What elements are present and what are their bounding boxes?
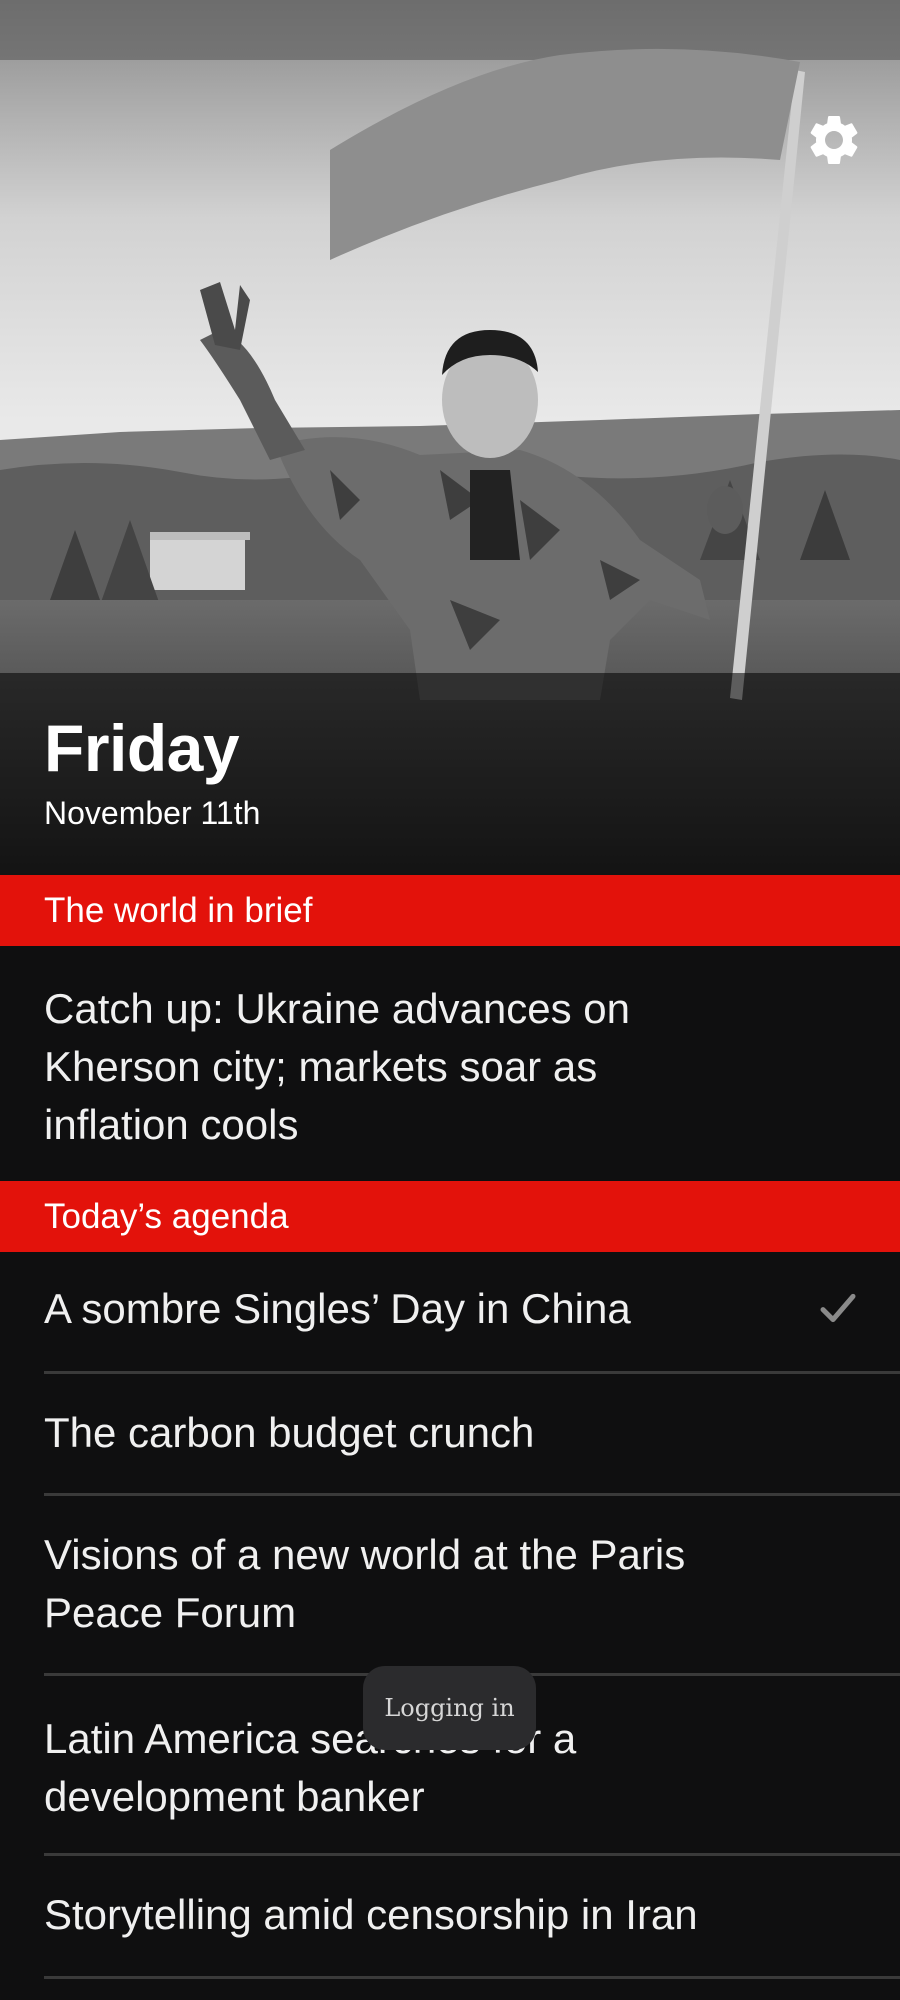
section-header-world-in-brief: The world in brief xyxy=(0,875,900,946)
article-title: Visions of a new world at the Paris Peac… xyxy=(44,1531,686,1636)
article-title: Catch up: Ukraine advances on Kherson ci… xyxy=(44,985,631,1148)
list-item-catch-up[interactable]: Catch up: Ukraine advances on Kherson ci… xyxy=(0,946,900,1181)
list-item[interactable]: The carbon budget crunch xyxy=(0,1374,900,1493)
divider xyxy=(44,1976,900,1979)
check-icon xyxy=(820,1293,856,1323)
settings-button[interactable] xyxy=(804,110,864,170)
hero-image: Friday November 11th xyxy=(0,0,900,875)
day-title: Friday xyxy=(44,711,240,785)
gear-icon xyxy=(810,115,858,164)
section-label: The world in brief xyxy=(44,891,313,930)
section-header-todays-agenda: Today’s agenda xyxy=(0,1181,900,1252)
section-label: Today’s agenda xyxy=(44,1197,289,1236)
article-title: A sombre Singles’ Day in China xyxy=(44,1285,631,1332)
logging-in-toast: Logging in xyxy=(363,1666,536,1750)
date-label: November 11th xyxy=(44,795,261,831)
article-title: Storytelling amid censorship in Iran xyxy=(44,1891,698,1938)
list-item[interactable]: A sombre Singles’ Day in China xyxy=(0,1252,900,1371)
list-item[interactable]: Visions of a new world at the Paris Peac… xyxy=(0,1496,900,1673)
list-item[interactable]: Storytelling amid censorship in Iran xyxy=(0,1856,900,1976)
article-title: The carbon budget crunch xyxy=(44,1409,535,1456)
